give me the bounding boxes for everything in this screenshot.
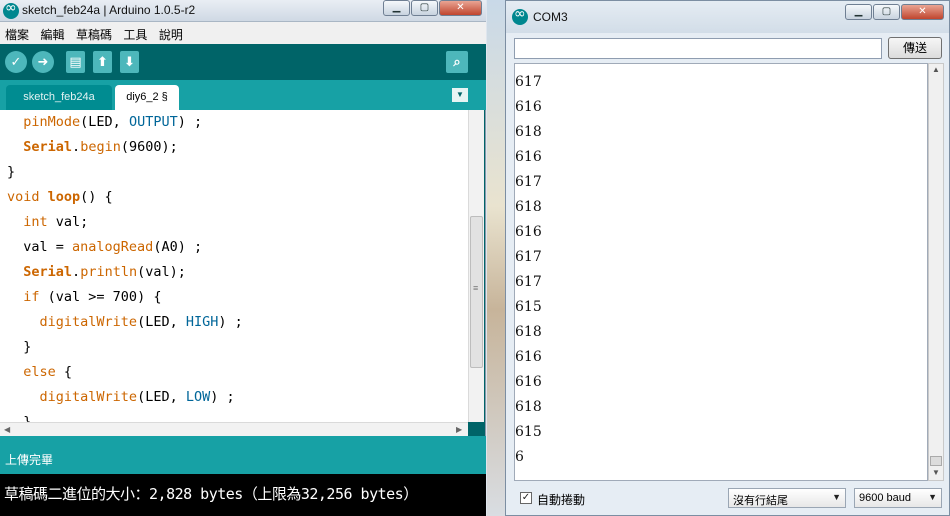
serial-send-input[interactable] bbox=[514, 38, 882, 59]
serial-output-line: 617 bbox=[515, 74, 542, 90]
ide-window-title: sketch_feb24a | Arduino 1.0.5-r2 bbox=[22, 3, 196, 17]
serial-output-line: 615 bbox=[515, 299, 542, 315]
maximize-button[interactable]: ▢ bbox=[873, 4, 900, 20]
serial-bottom-bar: ✓ 自動捲動 沒有行結尾 ▼ 9600 baud ▼ bbox=[506, 483, 949, 515]
document-icon: ▤ bbox=[69, 54, 82, 69]
send-button[interactable]: 傳送 bbox=[888, 37, 942, 59]
serial-output-line: 618 bbox=[515, 399, 542, 415]
serial-output-line: 618 bbox=[515, 124, 542, 140]
code-line: int val; bbox=[23, 214, 89, 230]
serial-output-line: 615 bbox=[515, 424, 542, 440]
sketch-tabs: sketch_feb24a diy6_2 § ▼ bbox=[0, 80, 486, 110]
console-message: 草稿碼二進位的大小：2,828 bytes（上限為32,256 bytes） bbox=[4, 485, 418, 503]
baud-rate-value: 9600 baud bbox=[859, 492, 911, 504]
serial-output-line: 617 bbox=[515, 249, 542, 265]
serial-output-scrollbar[interactable]: ▲ ▼ bbox=[928, 63, 944, 481]
serial-output-line: 617 bbox=[515, 274, 542, 290]
serial-window-controls: ▁ ▢ ✕ bbox=[844, 4, 944, 20]
close-button[interactable]: ✕ bbox=[439, 0, 482, 16]
code-line: val = analogRead(A0) ; bbox=[7, 239, 203, 255]
serial-output-line: 617 bbox=[515, 174, 542, 190]
serial-output-line: 617 bbox=[515, 64, 542, 70]
arduino-ide-window: sketch_feb24a | Arduino 1.0.5-r2 ▁ ▢ ✕ 檔… bbox=[0, 0, 486, 516]
serial-titlebar[interactable]: COM3 ▁ ▢ ✕ bbox=[506, 1, 949, 33]
autoscroll-checkbox[interactable]: ✓ bbox=[520, 492, 532, 504]
serial-output-line: 6 bbox=[515, 449, 524, 465]
serial-output-line: 616 bbox=[515, 99, 542, 115]
ide-toolbar: ✓ ➜ ▤ ⬆ ⬇ ⌕ bbox=[0, 44, 486, 80]
code-line: digitalWrite(LED, HIGH) ; bbox=[39, 314, 243, 330]
scroll-right-icon[interactable]: ▶ bbox=[456, 423, 462, 437]
open-button[interactable]: ⬆ bbox=[93, 51, 112, 73]
ide-window-controls: ▁ ▢ ✕ bbox=[382, 0, 482, 16]
serial-output-line: 616 bbox=[515, 149, 542, 165]
upload-button[interactable]: ➜ bbox=[32, 51, 54, 73]
ide-menubar: 檔案 編輯 草稿碼 工具 說明 bbox=[0, 22, 486, 44]
minimize-button[interactable]: ▁ bbox=[845, 4, 872, 20]
serial-window-title: COM3 bbox=[533, 10, 568, 24]
check-icon: ✓ bbox=[10, 54, 22, 69]
code-line: void loop() { bbox=[7, 189, 113, 205]
menu-sketch[interactable]: 草稿碼 bbox=[71, 22, 112, 43]
scrollbar-thumb[interactable] bbox=[930, 456, 942, 466]
verify-button[interactable]: ✓ bbox=[5, 51, 27, 73]
code-line: } bbox=[7, 164, 16, 180]
baud-rate-select[interactable]: 9600 baud ▼ bbox=[854, 488, 942, 508]
chevron-down-icon: ▼ bbox=[928, 492, 937, 502]
tab-sketch-feb24a[interactable]: sketch_feb24a bbox=[6, 85, 112, 110]
scroll-down-icon[interactable]: ▼ bbox=[932, 468, 940, 477]
serial-monitor-window: COM3 ▁ ▢ ✕ 傳送 61761761661861661761861661… bbox=[505, 0, 950, 516]
output-console: 草稿碼二進位的大小：2,828 bytes（上限為32,256 bytes） bbox=[0, 474, 486, 516]
status-message: 上傳完畢 bbox=[5, 453, 54, 467]
code-line: Serial.println(val); bbox=[23, 264, 186, 280]
maximize-button[interactable]: ▢ bbox=[411, 0, 438, 16]
editor-vertical-scrollbar[interactable] bbox=[468, 110, 484, 422]
serial-output-line: 618 bbox=[515, 199, 542, 215]
menu-edit[interactable]: 編輯 bbox=[35, 22, 64, 43]
scroll-left-icon[interactable]: ◀ bbox=[4, 423, 10, 437]
code-line: } bbox=[7, 339, 32, 355]
check-icon: ✓ bbox=[521, 492, 531, 503]
code-line: digitalWrite(LED, LOW) ; bbox=[39, 389, 235, 405]
menu-tools[interactable]: 工具 bbox=[118, 22, 147, 43]
ide-titlebar[interactable]: sketch_feb24a | Arduino 1.0.5-r2 ▁ ▢ ✕ bbox=[0, 0, 486, 22]
desktop-background bbox=[487, 0, 505, 516]
serial-output-line: 616 bbox=[515, 349, 542, 365]
arduino-logo-icon bbox=[3, 0, 19, 19]
arduino-logo-icon bbox=[512, 6, 528, 25]
magnifier-icon: ⌕ bbox=[453, 54, 461, 69]
code-line: else { bbox=[23, 364, 73, 380]
serial-output[interactable]: 617 617 616 618 616 617 618 616 617 617 615 618 616 6… bbox=[514, 63, 928, 481]
code-line: Serial.begin(9600); bbox=[23, 139, 178, 155]
scroll-up-icon[interactable]: ▲ bbox=[932, 65, 940, 74]
close-button[interactable]: ✕ bbox=[901, 4, 944, 20]
arrow-right-icon: ➜ bbox=[37, 54, 49, 69]
chevron-down-icon: ▼ bbox=[456, 90, 464, 99]
serial-output-line: 616 bbox=[515, 374, 542, 390]
autoscroll-label: 自動捲動 bbox=[537, 493, 586, 507]
code-line: pinMode(LED, OUTPUT) ; bbox=[23, 114, 203, 130]
editor-horizontal-scrollbar[interactable]: ◀ ▶ bbox=[0, 422, 468, 436]
new-button[interactable]: ▤ bbox=[66, 51, 85, 73]
save-button[interactable]: ⬇ bbox=[120, 51, 139, 73]
arrow-down-icon: ⬇ bbox=[124, 54, 135, 69]
code-editor[interactable]: pinMode(LED, OUTPUT) ; Serial.begin(9600… bbox=[0, 110, 468, 422]
serial-output-line: 616 bbox=[515, 224, 542, 240]
chevron-down-icon: ▼ bbox=[832, 492, 841, 502]
line-ending-select[interactable]: 沒有行結尾 ▼ bbox=[728, 488, 846, 508]
serial-monitor-button[interactable]: ⌕ bbox=[446, 51, 468, 73]
menu-help[interactable]: 說明 bbox=[154, 22, 183, 43]
tab-menu-dropdown[interactable]: ▼ bbox=[452, 88, 468, 102]
minimize-button[interactable]: ▁ bbox=[383, 0, 410, 16]
tab-diy6-2[interactable]: diy6_2 § bbox=[115, 85, 179, 110]
status-bar: 上傳完畢 bbox=[0, 436, 486, 474]
serial-output-line: 618 bbox=[515, 324, 542, 340]
line-ending-value: 沒有行結尾 bbox=[733, 495, 788, 507]
code-line: if (val >= 700) { bbox=[23, 289, 162, 305]
scrollbar-thumb[interactable] bbox=[470, 216, 483, 368]
code-line: } bbox=[7, 414, 32, 422]
arrow-up-icon: ⬆ bbox=[97, 54, 108, 69]
menu-file[interactable]: 檔案 bbox=[0, 22, 29, 43]
